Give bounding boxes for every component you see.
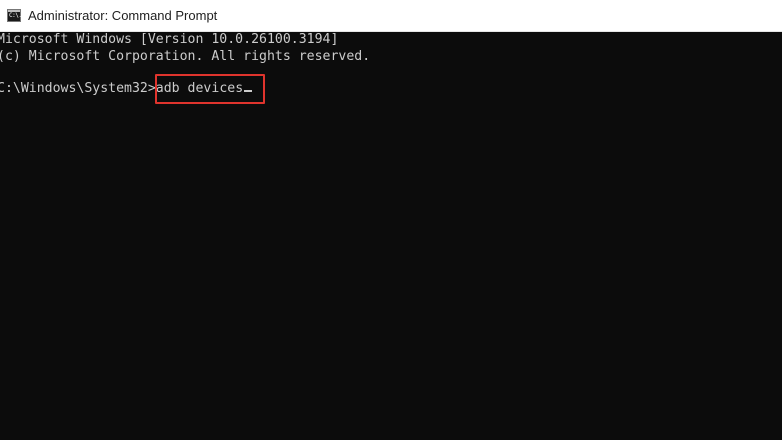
- cmd-icon[interactable]: C:\.: [7, 9, 22, 22]
- command-highlight-box: [155, 74, 265, 104]
- prompt: C:\Windows\System32>: [0, 81, 156, 96]
- copyright-line: (c) Microsoft Corporation. All rights re…: [0, 49, 371, 64]
- console-area[interactable]: Microsoft Windows [Version 10.0.26100.31…: [0, 32, 782, 440]
- command-prompt-window: C:\. Administrator: Command Prompt Micro…: [0, 0, 782, 440]
- window-title: Administrator: Command Prompt: [28, 8, 218, 23]
- version-line: Microsoft Windows [Version 10.0.26100.31…: [0, 32, 339, 47]
- title-bar[interactable]: C:\. Administrator: Command Prompt: [0, 0, 782, 32]
